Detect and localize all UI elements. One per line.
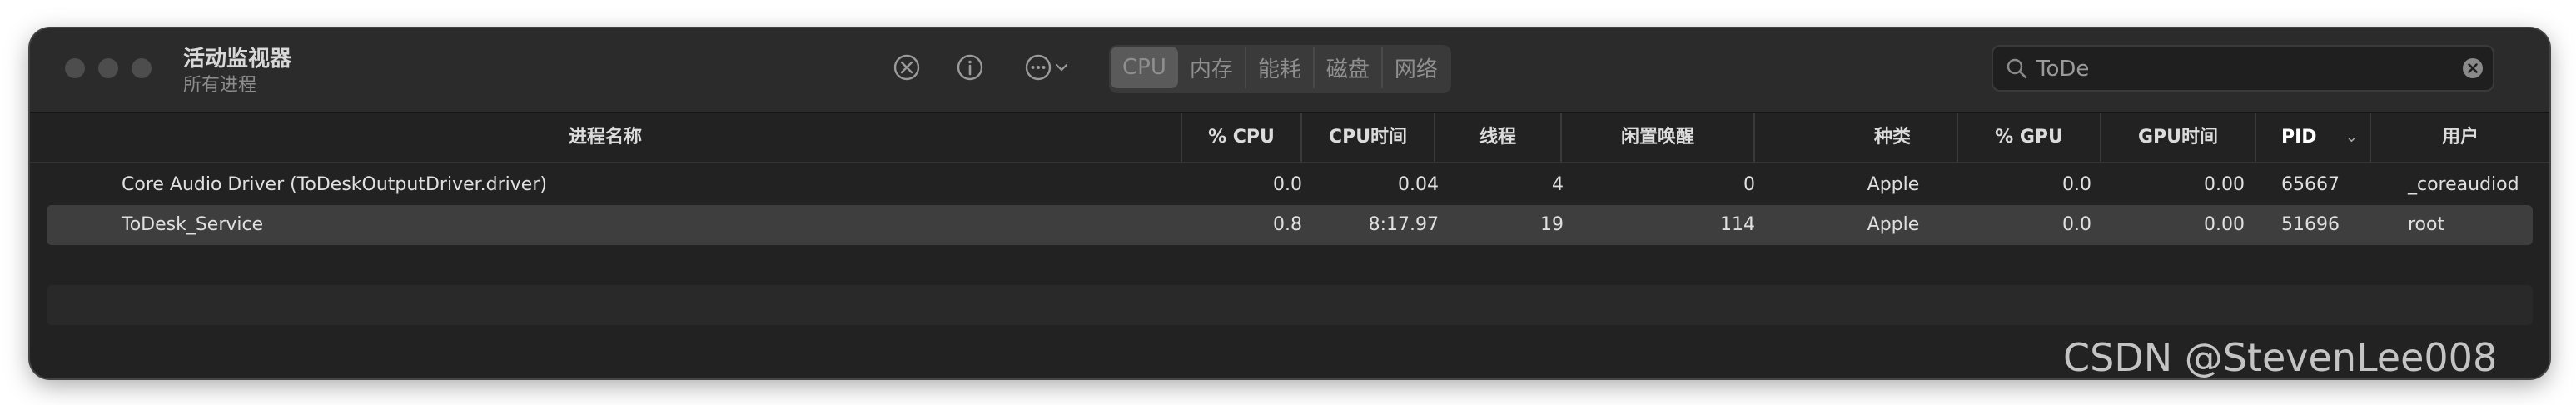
search-icon <box>2007 58 2027 79</box>
watermark: CSDN @StevenLee008 <box>2063 335 2498 380</box>
column-header-cpu-time[interactable]: CPU时间 <box>1302 113 1435 162</box>
table-row[interactable]: Core Audio Driver (ToDeskOutputDriver.dr… <box>47 165 2533 205</box>
tab-energy[interactable]: 能耗 <box>1246 47 1315 88</box>
zoom-window-button[interactable] <box>132 58 152 78</box>
close-window-button[interactable] <box>65 58 85 78</box>
cell-pid: 65667 <box>2281 174 2340 195</box>
cell-gpu-pct: 0.0 <box>2062 174 2091 195</box>
cell-threads: 4 <box>1552 174 1564 195</box>
minimize-window-button[interactable] <box>98 58 118 78</box>
search-field[interactable] <box>1992 45 2494 92</box>
column-header-name[interactable]: 进程名称 <box>30 113 1182 162</box>
cell-user: _coreaudiod <box>2408 174 2519 195</box>
toolbar: 活动监视器 所有进程 CPU 内存 能耗 磁盘 网络 ToDe <box>30 28 2549 113</box>
column-header-threads[interactable]: 线程 <box>1435 113 1562 162</box>
activity-monitor-window: 活动监视器 所有进程 CPU 内存 能耗 磁盘 网络 ToDe 进程名称 % C… <box>30 28 2549 378</box>
clear-search-icon[interactable] <box>2461 57 2484 80</box>
more-actions-icon[interactable] <box>1024 53 1052 82</box>
tab-disk[interactable]: 磁盘 <box>1315 47 1383 88</box>
window-subtitle: 所有进程 <box>183 75 257 96</box>
view-tabs: CPU 内存 能耗 磁盘 网络 <box>1109 45 1451 93</box>
cell-cpu-pct: 0.0 <box>1273 174 1302 195</box>
column-header-gpu-pct[interactable]: % GPU <box>1958 113 2101 162</box>
cell-idle-wakeups: 0 <box>1743 174 1755 195</box>
column-header-gpu-time[interactable]: GPU时间 <box>2101 113 2256 162</box>
tab-network[interactable]: 网络 <box>1383 47 1450 88</box>
cell-gpu-pct: 0.0 <box>2062 214 2091 235</box>
table-header: 进程名称 % CPU CPU时间 线程 闲置唤醒 种类 % GPU GPU时间 … <box>30 113 2549 163</box>
cell-cpu-pct: 0.8 <box>1273 214 1302 235</box>
cell-kind: Apple <box>1867 174 1920 195</box>
column-header-kind[interactable]: 种类 <box>1828 113 1958 162</box>
tab-cpu[interactable]: CPU <box>1111 47 1178 88</box>
column-header-idle-wakeups[interactable]: 闲置唤醒 <box>1562 113 1755 162</box>
info-icon[interactable] <box>956 53 984 82</box>
cell-idle-wakeups: 114 <box>1720 214 1755 235</box>
cell-gpu-time: 0.00 <box>2204 174 2245 195</box>
column-header-user[interactable]: 用户 <box>2371 113 2549 162</box>
search-input[interactable] <box>2035 53 2438 85</box>
window-title: 活动监视器 <box>183 47 292 72</box>
chevron-down-icon[interactable] <box>1054 60 1069 75</box>
cell-gpu-time: 0.00 <box>2204 214 2245 235</box>
cell-pid: 51696 <box>2281 214 2340 235</box>
pid-header-label: PID <box>2281 127 2317 148</box>
empty-row-striped <box>47 285 2533 325</box>
cell-kind: Apple <box>1867 214 1920 235</box>
table-row-selected[interactable]: ToDesk_Service 0.8 8:17.97 19 114 Apple … <box>47 205 2533 245</box>
empty-row <box>47 245 2533 285</box>
tab-memory[interactable]: 内存 <box>1178 47 1246 88</box>
column-header-pid[interactable]: PID ⌄ <box>2256 113 2371 162</box>
cell-process-name: ToDesk_Service <box>122 214 264 235</box>
cell-cpu-time: 0.04 <box>1398 174 1439 195</box>
stop-process-icon[interactable] <box>893 53 921 82</box>
cell-cpu-time: 8:17.97 <box>1368 214 1439 235</box>
cell-process-name: Core Audio Driver (ToDeskOutputDriver.dr… <box>122 174 547 195</box>
sort-descending-icon: ⌄ <box>2345 128 2358 146</box>
cell-threads: 19 <box>1540 214 1564 235</box>
column-header-cpu-pct[interactable]: % CPU <box>1182 113 1302 162</box>
cell-user: root <box>2408 214 2445 235</box>
